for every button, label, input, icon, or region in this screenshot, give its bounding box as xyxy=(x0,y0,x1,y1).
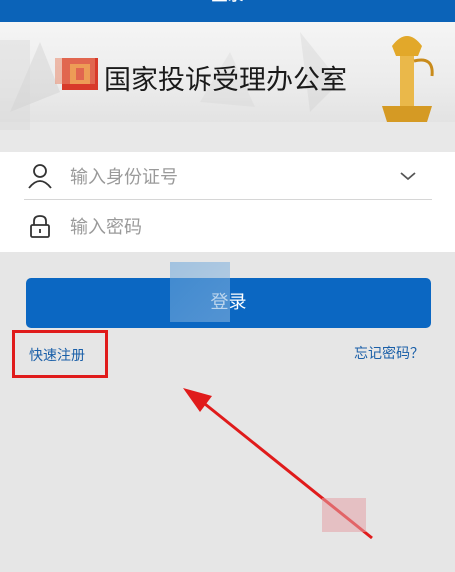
chevron-down-icon[interactable] xyxy=(398,166,418,186)
lock-icon xyxy=(30,215,50,238)
login-form: 输入身份证号 输入密码 xyxy=(0,152,455,252)
forgot-password-link[interactable]: 忘记密码？ xyxy=(354,343,424,363)
watermark-block xyxy=(322,498,366,532)
password-field[interactable]: 输入密码 xyxy=(24,202,432,250)
password-placeholder: 输入密码 xyxy=(70,217,142,238)
watermark-block xyxy=(0,40,30,130)
huabiao-pillar-icon xyxy=(382,36,434,122)
id-number-field[interactable]: 输入身份证号 xyxy=(24,152,432,200)
watermark-block xyxy=(170,262,230,322)
id-number-placeholder: 输入身份证号 xyxy=(70,166,178,188)
user-icon xyxy=(28,163,52,189)
watermark-block xyxy=(55,58,95,84)
spacer xyxy=(0,122,455,152)
quick-register-highlight: 快速注册 xyxy=(12,330,108,378)
organization-name: 国家投诉受理办公室 xyxy=(104,65,347,96)
quick-register-link[interactable]: 快速注册 xyxy=(29,345,85,365)
top-bar: 登录 xyxy=(0,0,455,22)
